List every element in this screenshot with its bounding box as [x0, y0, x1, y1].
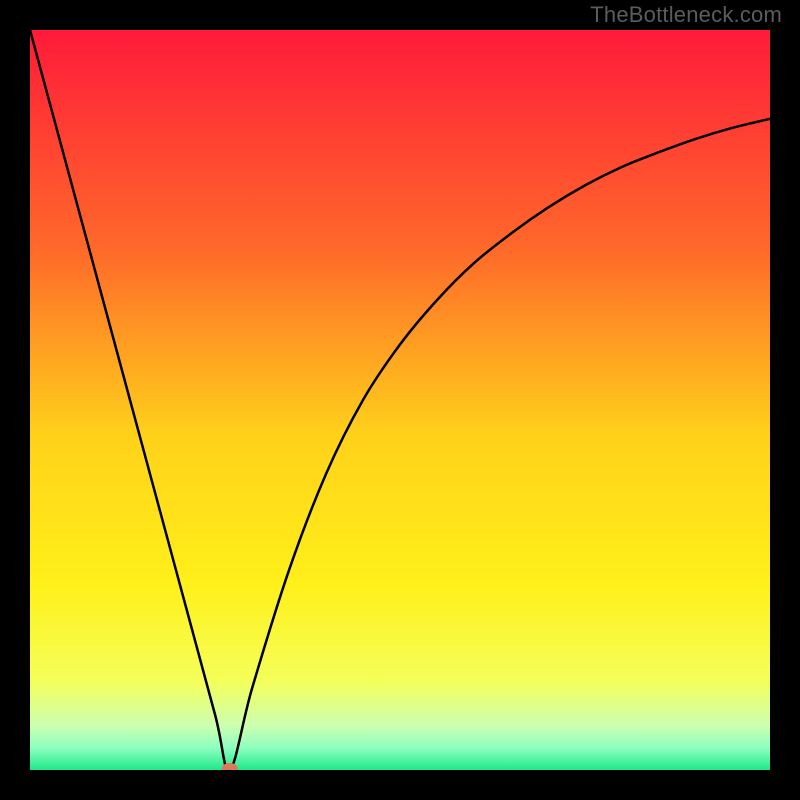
- chart-svg: [30, 30, 770, 770]
- watermark-label: TheBottleneck.com: [590, 2, 782, 28]
- plot-area: [30, 30, 770, 770]
- chart-outer-frame: TheBottleneck.com: [0, 0, 800, 800]
- gradient-background: [30, 30, 770, 770]
